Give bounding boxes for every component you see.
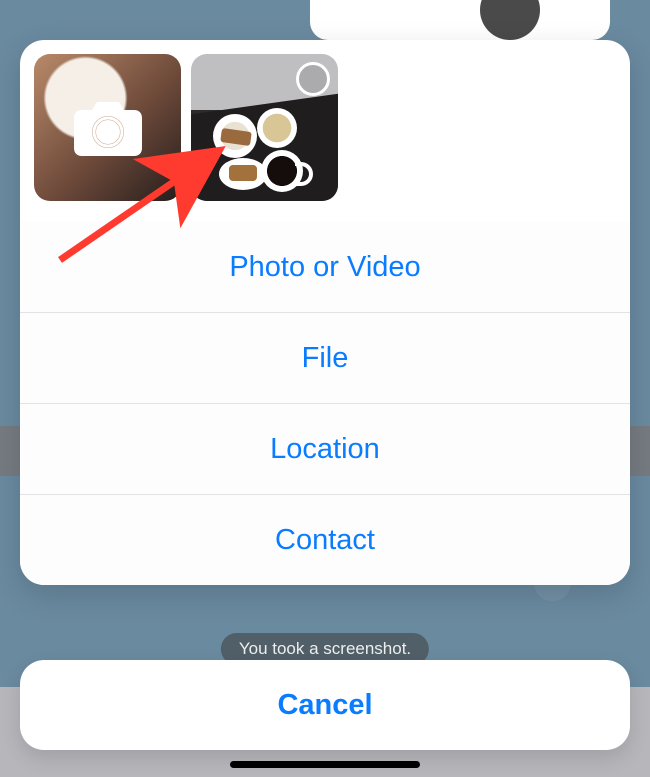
cancel-label: Cancel	[277, 689, 372, 722]
chat-bubble-behind	[310, 0, 610, 40]
open-camera-button[interactable]	[34, 54, 181, 201]
option-label: Photo or Video	[229, 251, 420, 284]
option-photo-or-video[interactable]: Photo or Video	[20, 222, 630, 312]
cancel-button[interactable]: Cancel	[20, 660, 630, 750]
option-location[interactable]: Location	[20, 403, 630, 494]
option-label: Location	[270, 433, 380, 466]
home-indicator[interactable]	[230, 761, 420, 768]
photo-content	[219, 158, 267, 190]
selection-circle-icon[interactable]	[296, 62, 330, 96]
attachment-options-list: Photo or Video File Location Contact	[20, 221, 630, 585]
photo-content	[261, 150, 303, 192]
photo-content	[257, 108, 297, 148]
recent-photo-thumbnail[interactable]	[191, 54, 338, 201]
option-label: File	[302, 342, 349, 375]
attachment-thumbnail-row	[20, 40, 630, 221]
option-label: Contact	[275, 524, 375, 557]
option-file[interactable]: File	[20, 312, 630, 403]
photo-content	[191, 93, 338, 201]
camera-icon	[72, 98, 144, 158]
screen: You took a screenshot.	[0, 0, 650, 777]
option-contact[interactable]: Contact	[20, 494, 630, 585]
attachment-action-sheet: Photo or Video File Location Contact	[20, 40, 630, 585]
